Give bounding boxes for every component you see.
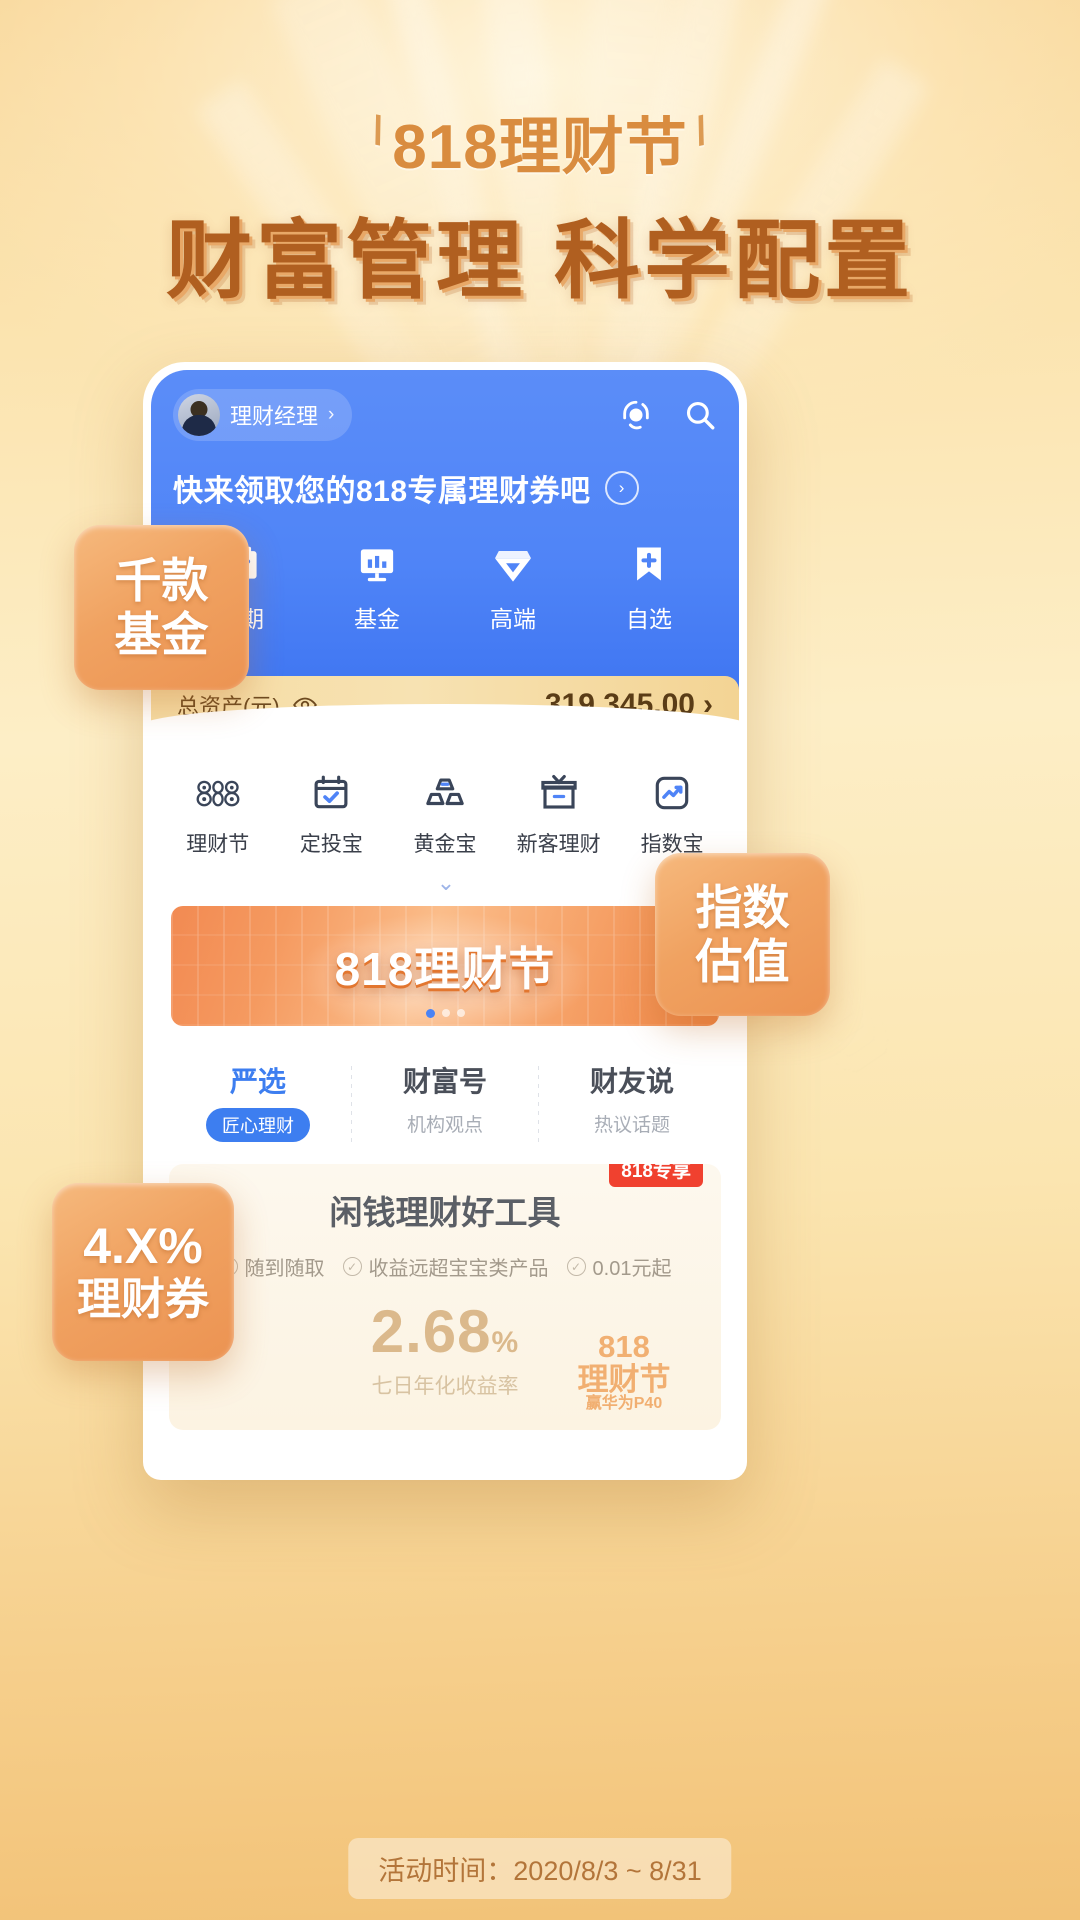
carousel-dots[interactable] bbox=[171, 1009, 719, 1018]
tab-subtitle: 机构观点 bbox=[406, 1115, 483, 1136]
tab-title: 财富号 bbox=[402, 1066, 487, 1097]
quick-link-index[interactable]: 指数宝 bbox=[615, 768, 729, 858]
calendar-check-icon bbox=[275, 768, 389, 818]
product-card[interactable]: 818专享 闲钱理财好工具 ✓ 随到随取 ✓ 收益远超宝宝类产品 ✓ 0.01元… bbox=[169, 1164, 721, 1430]
tab-subtitle: 热议话题 bbox=[593, 1115, 670, 1136]
gift-box-icon bbox=[502, 768, 616, 818]
feature-item: ✓ 收益远超宝宝类产品 bbox=[342, 1252, 549, 1281]
feature-item: ✓ 随到随取 bbox=[218, 1252, 325, 1281]
manager-label: 理财经理 bbox=[230, 404, 319, 429]
rate-unit: % bbox=[491, 1326, 520, 1359]
app-topbar: 理财经理 › bbox=[173, 386, 717, 444]
product-features: ✓ 随到随取 ✓ 收益远超宝宝类产品 ✓ 0.01元起 bbox=[187, 1252, 703, 1281]
quick-links-row: 理财节 定投宝 黄金宝 新客理财 指数宝 bbox=[151, 742, 739, 858]
quick-link-gold[interactable]: 黄金宝 bbox=[388, 768, 502, 858]
tab-caifuhao[interactable]: 财富号 机构观点 bbox=[352, 1060, 538, 1137]
tab-caiyoushuo[interactable]: 财友说 热议话题 bbox=[539, 1060, 725, 1137]
app-white-body: 理财节 定投宝 黄金宝 新客理财 指数宝 ⌄ 818理财节 严选 匠心理财 财富… bbox=[151, 704, 739, 1430]
tab-yanxuan[interactable]: 严选 匠心理财 bbox=[165, 1060, 351, 1142]
tag-line-2: 估值 bbox=[695, 934, 790, 988]
tag-line-2: 基金 bbox=[114, 607, 209, 661]
page-headline: 财富管理 科学配置 bbox=[166, 213, 914, 309]
hero-section: \ 818理财节 / 财富管理 科学配置 bbox=[0, 0, 1080, 306]
quick-link-newcustomer[interactable]: 新客理财 bbox=[502, 768, 616, 858]
lottery-line-2: 理财节 bbox=[577, 1361, 671, 1397]
check-icon: ✓ bbox=[342, 1257, 362, 1276]
quick-link-festival[interactable]: 理财节 bbox=[161, 768, 275, 858]
coupon-promo-row[interactable]: 快来领取您的818专属理财券吧 › bbox=[173, 466, 717, 510]
feature-label: 收益远超宝宝类产品 bbox=[368, 1258, 549, 1280]
bookmark-plus-icon bbox=[581, 540, 717, 588]
tag-line-1: 指数 bbox=[695, 880, 790, 934]
product-title: 闲钱理财好工具 bbox=[329, 1194, 561, 1231]
tag-line-1: 千款 bbox=[114, 553, 209, 607]
chevron-right-circle-icon[interactable]: › bbox=[604, 471, 639, 505]
bar-chart-monitor-icon bbox=[309, 540, 445, 588]
quick-link-label: 黄金宝 bbox=[413, 833, 477, 856]
quad-nav-item-premium[interactable]: 高端 bbox=[445, 540, 581, 634]
lottery-promo: 818 理财节 赢华为P40 bbox=[549, 1322, 699, 1422]
tag-line-2: 理财券 bbox=[77, 1275, 209, 1325]
carousel-dot[interactable] bbox=[441, 1009, 450, 1017]
quick-link-label: 定投宝 bbox=[299, 833, 363, 856]
festival-logo-text: 818理财节 bbox=[392, 113, 688, 182]
carousel-dot[interactable] bbox=[425, 1009, 435, 1018]
promo-banner-carousel[interactable]: 818理财节 bbox=[171, 906, 719, 1026]
quad-nav-label: 基金 bbox=[354, 606, 400, 632]
status-badge: 818专享 bbox=[609, 1164, 703, 1187]
feature-label: 0.01元起 bbox=[592, 1258, 672, 1280]
tag-line-1: 4.X% bbox=[83, 1218, 203, 1275]
avatar bbox=[178, 394, 220, 436]
content-tabs: 严选 匠心理财 财富号 机构观点 财友说 热议话题 bbox=[151, 1060, 739, 1142]
campaign-period: 活动时间：2020/8/3 ~ 8/31 bbox=[348, 1838, 732, 1899]
tab-badge: 匠心理财 bbox=[206, 1108, 310, 1142]
lottery-line-3: 赢华为P40 bbox=[585, 1395, 663, 1413]
trend-chart-icon bbox=[615, 768, 729, 818]
manager-chip[interactable]: 理财经理 › bbox=[173, 389, 353, 441]
feature-label: 随到随取 bbox=[244, 1258, 325, 1280]
quick-link-label: 新客理财 bbox=[516, 833, 601, 856]
chevron-right-icon: › bbox=[328, 404, 335, 425]
check-icon: ✓ bbox=[566, 1257, 586, 1276]
quad-nav-label: 自选 bbox=[626, 606, 672, 632]
quad-nav-item-fund[interactable]: 基金 bbox=[309, 540, 445, 634]
feature-tag-index: 指数 估值 bbox=[655, 853, 830, 1016]
expand-more-icon[interactable]: ⌄ bbox=[151, 858, 739, 900]
quick-link-autoinvest[interactable]: 定投宝 bbox=[275, 768, 389, 858]
headset-icon[interactable] bbox=[619, 398, 653, 432]
quad-nav-label: 高端 bbox=[490, 606, 536, 632]
quad-nav: 定期 基金 bbox=[173, 540, 717, 634]
quick-link-label: 理财节 bbox=[186, 833, 250, 856]
carousel-dot[interactable] bbox=[456, 1009, 465, 1017]
feature-tag-funds: 千款 基金 bbox=[74, 525, 249, 690]
lottery-line-1: 818 bbox=[598, 1329, 650, 1365]
quad-nav-item-watchlist[interactable]: 自选 bbox=[581, 540, 717, 634]
818-logo-icon bbox=[161, 768, 275, 818]
logo-tick-left: \ bbox=[367, 107, 389, 154]
logo-tick-right: / bbox=[691, 107, 713, 154]
coupon-promo-text: 快来领取您的818专属理财券吧 bbox=[173, 475, 591, 508]
rate-value: 2.68 bbox=[370, 1298, 492, 1365]
feature-item: ✓ 0.01元起 bbox=[566, 1252, 672, 1281]
tab-title: 严选 bbox=[229, 1066, 286, 1097]
festival-logo: \ 818理财节 / bbox=[367, 96, 713, 186]
promo-banner-text: 818理财节 bbox=[334, 943, 556, 995]
feature-tag-coupon: 4.X% 理财券 bbox=[52, 1183, 234, 1361]
gold-bars-icon bbox=[388, 768, 502, 818]
diamond-icon bbox=[445, 540, 581, 588]
tab-title: 财友说 bbox=[589, 1066, 674, 1097]
search-icon[interactable] bbox=[683, 398, 717, 432]
